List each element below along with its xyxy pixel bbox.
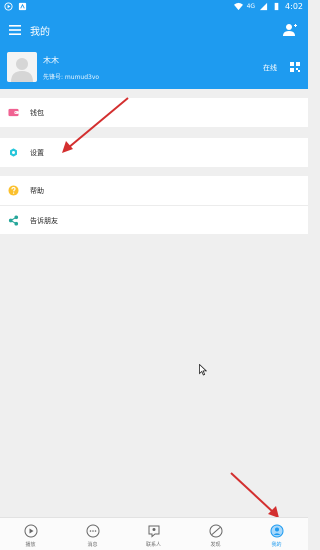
menu-item-wallet[interactable]: 钱包 [0, 98, 308, 127]
avatar[interactable] [7, 52, 37, 82]
profile-account: 先锋号: mumud3vo [43, 74, 100, 81]
tab-contacts[interactable]: 联系人 [123, 518, 184, 550]
menu-item-tell-friends[interactable]: 告诉朋友 [0, 205, 308, 234]
wallet-icon [8, 108, 19, 117]
tab-label: 消息 [87, 542, 98, 548]
status-bar: 4G 4:02 [0, 0, 308, 14]
menu-item-label: 帮助 [30, 187, 44, 195]
profile-header[interactable]: 木木 先锋号: mumud3vo 在线 [0, 46, 308, 89]
help-icon [8, 185, 19, 196]
share-icon [8, 215, 19, 226]
arrow-to-me-tab [230, 472, 279, 518]
menu-group-wallet: 钱包 [0, 98, 308, 127]
menu-item-help[interactable]: 帮助 [0, 176, 308, 205]
tab-messages[interactable]: 消息 [62, 518, 123, 550]
discover-icon [209, 524, 222, 538]
mouse-cursor-icon [199, 364, 207, 376]
menu-icon[interactable] [8, 23, 22, 37]
message-icon [86, 524, 99, 538]
tab-play[interactable]: 播放 [0, 518, 61, 550]
menu-item-settings[interactable]: 设置 [0, 138, 308, 167]
wifi-icon [233, 2, 243, 11]
online-status[interactable]: 在线 [263, 63, 277, 73]
tab-label: 联系人 [145, 542, 161, 548]
menu-item-label: 告诉朋友 [30, 217, 58, 225]
tab-me[interactable]: 我的 [246, 518, 307, 550]
menu-item-label: 设置 [30, 149, 44, 157]
menu-group-help: 帮助 告诉朋友 [0, 176, 308, 234]
app-notification-icon [18, 2, 27, 11]
app-bar: 我的 [0, 14, 308, 46]
tab-label: 发现 [210, 542, 221, 548]
battery-icon [274, 2, 279, 11]
page-title: 我的 [30, 27, 50, 38]
tab-discover[interactable]: 发现 [185, 518, 246, 550]
tab-label: 播放 [25, 542, 36, 548]
play-icon [24, 524, 37, 538]
menu-item-label: 钱包 [30, 109, 44, 117]
contacts-icon [148, 525, 159, 538]
add-contact-icon[interactable] [282, 22, 298, 38]
bottom-nav: 播放 消息 联系人 发现 我的 [0, 517, 308, 550]
profile-name: 木木 [43, 56, 59, 65]
menu-group-settings: 设置 [0, 138, 308, 167]
network-type: 4G [246, 3, 256, 10]
status-time: 4:02 [285, 2, 303, 11]
signal-icon [259, 2, 268, 11]
gear-icon [10, 148, 17, 157]
qr-code-icon[interactable] [290, 62, 300, 72]
play-notification-icon [4, 2, 13, 11]
default-avatar-icon [11, 58, 33, 82]
tab-label: 我的 [271, 542, 282, 548]
me-icon [270, 524, 283, 538]
